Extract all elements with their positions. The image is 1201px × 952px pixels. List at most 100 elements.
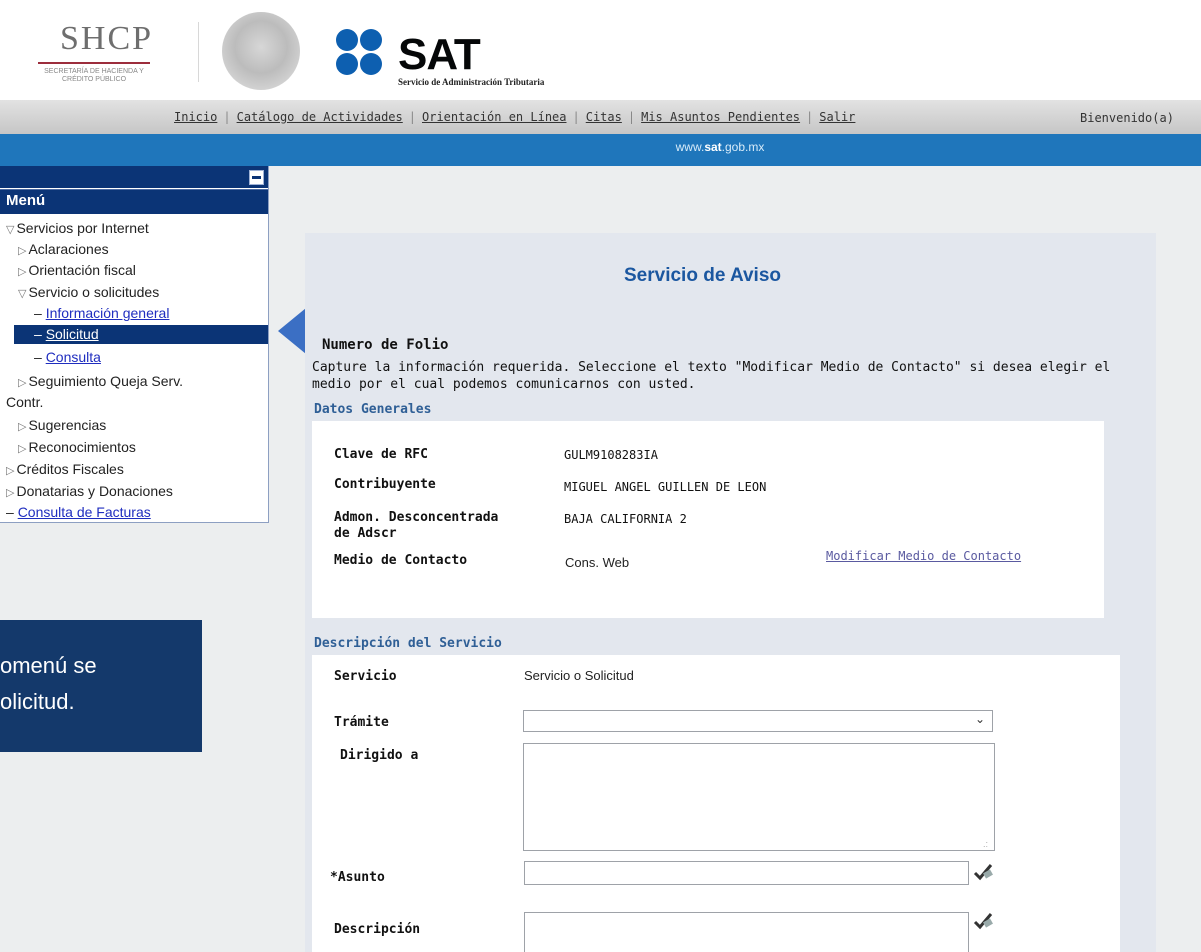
dash-icon: – [34,326,46,342]
sidebar-item-solicitud-text[interactable]: – Solicitud [34,325,99,343]
contribuyente-label: Contribuyente [334,477,436,492]
servicio-value: Servicio o Solicitud [524,668,634,683]
medio-contacto-value: Cons. Web [565,555,630,570]
nav-link-catalogo[interactable]: Catálogo de Actividades [237,110,403,124]
sidebar-item-label: Consulta [45,349,101,365]
sidebar-item-servicios-internet[interactable]: ▽ Servicios por Internet [6,219,149,239]
sidebar-item-label: Reconocimientos [28,439,136,455]
dash-icon: – [34,349,46,365]
nav-link-asuntos[interactable]: Mis Asuntos Pendientes [641,110,800,124]
expanded-triangle-icon: ▽ [6,224,15,236]
site-url-suffix: .gob.mx [721,140,765,154]
tramite-label: Trámite [334,715,389,730]
rfc-label: Clave de RFC [334,447,428,462]
sidebar-item-label: Orientación fiscal [28,262,136,278]
sat-logo-subtitle: Servicio de Administración Tributaria [398,77,545,87]
shcp-logo-rule [38,62,150,64]
sidebar-item-consulta[interactable]: – Consulta [34,348,101,366]
spellcheck-icon[interactable] [972,912,994,930]
admon-label-line-2: de Adscr [334,526,397,541]
dirigido-label: Dirigido a [340,748,419,763]
datos-generales-heading: Datos Generales [314,402,432,417]
dirigido-textarea[interactable] [523,743,995,851]
site-url: www.sat.gob.mx [0,140,1201,154]
collapsed-triangle-icon: ▷ [18,266,27,278]
descripcion-label: Descripción [334,922,421,937]
site-url-bold: sat [704,140,722,154]
sidebar-item-label: Créditos Fiscales [16,461,124,477]
nav-link-citas[interactable]: Citas [586,110,622,124]
servicio-label: Servicio [334,669,397,684]
nav-link-salir[interactable]: Salir [819,110,855,124]
asunto-input[interactable] [524,861,969,885]
contribuyente-value: MIGUEL ANGEL GUILLEN DE LEON [564,480,767,494]
resize-grip-icon[interactable]: .: [983,839,988,849]
sidebar-item-seguimiento-queja[interactable]: ▷ Seguimiento Queja Serv. [18,372,183,392]
top-nav-links: Inicio | Catálogo de Actividades | Orientaci… [174,110,855,124]
sidebar-titlebar [0,166,268,188]
admon-label: Admon. Desconcentrada de Adscr [334,510,498,542]
modificar-medio-contacto-link[interactable]: Modificar Medio de Contacto [826,549,1021,563]
collapsed-triangle-icon: ▷ [6,487,15,499]
sidebar-item-consulta-facturas[interactable]: – Consulta de Facturas [6,503,151,521]
nav-separator: | [806,110,814,124]
collapsed-triangle-icon: ▷ [18,377,27,389]
rfc-value: GULM9108283IA [564,448,658,462]
sidebar-item-creditos-fiscales[interactable]: ▷ Créditos Fiscales [6,460,124,480]
page-header [0,0,1201,100]
sidebar-item-reconocimientos[interactable]: ▷ Reconocimientos [18,438,136,458]
collapsed-triangle-icon: ▷ [18,245,27,257]
expanded-triangle-icon: ▽ [18,288,27,300]
dash-icon: – [34,305,46,321]
sidebar-item-label: Solicitud [45,326,99,342]
form-instructions: Capture la información requerida. Selecc… [312,360,1111,392]
sidebar-item-label: Donatarias y Donaciones [16,483,173,499]
sidebar-item-servicio-solicitudes[interactable]: ▽ Servicio o solicitudes [18,283,159,303]
sidebar-item-label: Contr. [6,394,44,410]
nav-separator: | [572,110,580,124]
sidebar-item-label: Aclaraciones [28,241,109,257]
sidebar-item-orientacion-fiscal[interactable]: ▷ Orientación fiscal [18,261,136,281]
sidebar-item-label: Servicio o solicitudes [28,284,160,300]
nav-separator: | [223,110,231,124]
collapsed-triangle-icon: ▷ [18,443,27,455]
descripcion-textarea[interactable] [524,912,969,952]
sidebar-item-seguimiento-queja-cont[interactable]: Contr. [6,393,43,411]
sidebar-item-label: Sugerencias [28,417,107,433]
admon-label-line-1: Admon. Desconcentrada [334,510,499,525]
nav-separator: | [627,110,636,124]
sidebar-item-label: Seguimiento Queja Serv. [28,373,184,389]
sidebar-item-sugerencias[interactable]: ▷ Sugerencias [18,416,106,436]
nav-separator: | [408,110,416,124]
tramite-select[interactable] [523,710,993,732]
site-url-prefix: www. [675,140,705,154]
shcp-logo-subtitle: SECRETARÍA DE HACIENDA Y CRÉDITO PÚBLICO [44,68,144,83]
sidebar-item-label: Servicios por Internet [16,220,149,236]
dash-icon: – [6,504,18,520]
sidebar-item-aclaraciones[interactable]: ▷ Aclaraciones [18,240,109,260]
form-title: Servicio de Aviso [624,265,781,286]
admon-value: BAJA CALIFORNIA 2 [564,512,687,526]
sidebar-menu-title: Menú [6,192,46,209]
sat-logo-text: SAT [398,30,481,79]
sidebar-item-informacion-general[interactable]: – Información general [34,304,169,322]
welcome-text: Bienvenido(a) [1080,111,1174,125]
callout-line-1: omenú se [0,653,97,678]
sidebar-item-donatarias[interactable]: ▷ Donatarias y Donaciones [6,482,173,502]
asunto-label: *Asunto [330,870,385,885]
nav-link-orientacion[interactable]: Orientación en Línea [422,110,567,124]
collapsed-triangle-icon: ▷ [18,421,27,433]
spellcheck-icon[interactable] [972,863,994,881]
sidebar-item-label: Información general [45,305,170,321]
mexico-seal-logo [222,12,300,90]
folio-label: Numero de Folio [322,337,449,353]
callout-text: omenú se olicitud. [0,648,200,720]
collapsed-triangle-icon: ▷ [6,465,15,477]
callout-line-2: olicitud. [0,689,75,714]
header-divider [198,22,199,82]
chevron-down-icon[interactable]: ⌄ [975,712,985,726]
collapse-icon[interactable] [249,170,264,185]
nav-link-inicio[interactable]: Inicio [174,110,217,124]
medio-contacto-label: Medio de Contacto [334,553,468,568]
shcp-logo-text: SHCP [60,20,154,57]
